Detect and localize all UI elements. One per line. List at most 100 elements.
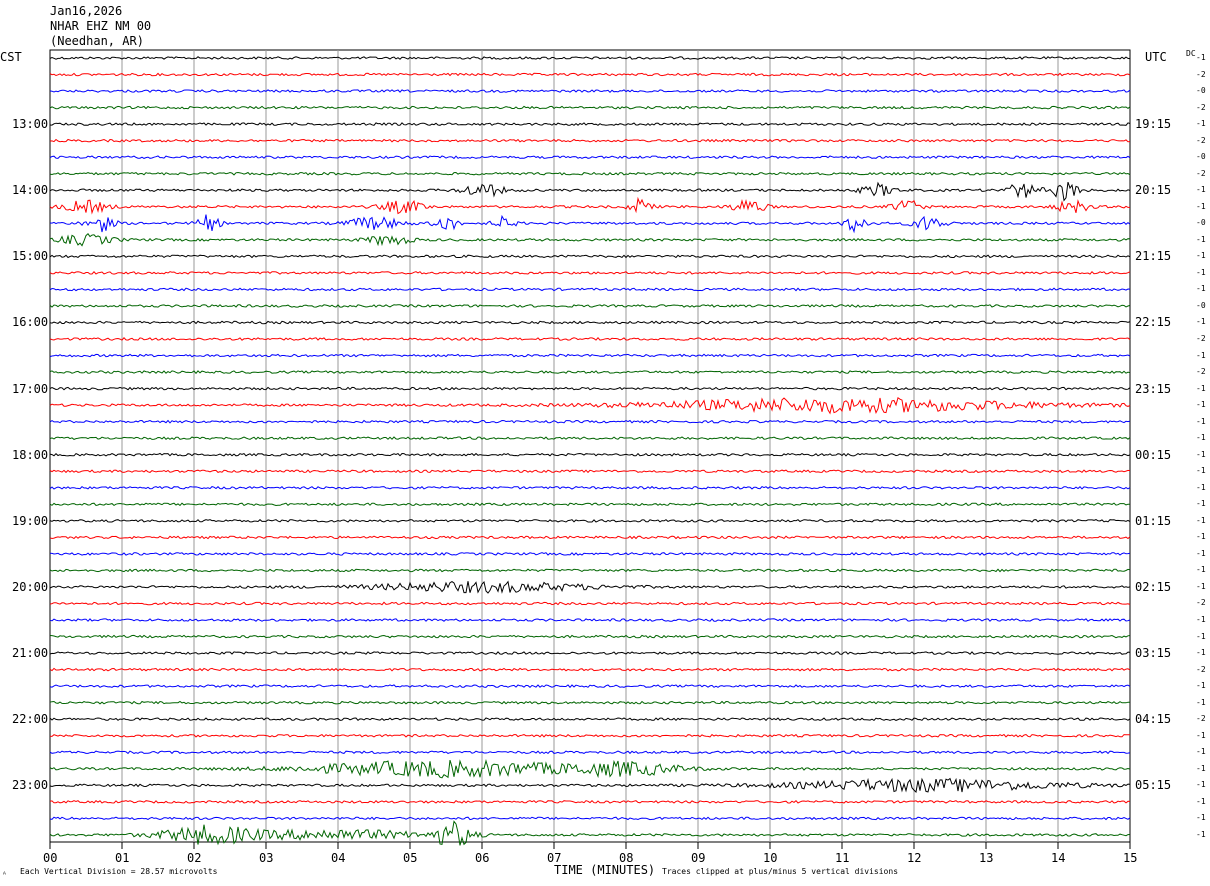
dc-offset-label: -1 <box>1196 829 1206 839</box>
x-tick-label: 10 <box>763 851 778 865</box>
dc-offset-label: -1 <box>1196 747 1206 757</box>
trace-line <box>49 733 1130 738</box>
right-hour-label: 01:15 <box>1135 513 1172 528</box>
dc-offset-label: -1 <box>1196 532 1206 542</box>
x-tick-label: 00 <box>43 851 58 865</box>
dc-offset-label: -2 <box>1196 714 1206 724</box>
trace-line <box>49 396 1131 415</box>
trace-line <box>49 469 1131 474</box>
plot-frame <box>49 49 1131 843</box>
trace-line <box>49 155 1131 160</box>
dc-offset-label: -1 <box>1196 284 1206 294</box>
trace-line <box>49 601 1131 606</box>
dc-offset-label: -1 <box>1196 119 1206 129</box>
dc-offset-label: -1 <box>1196 681 1206 691</box>
x-tick-label: 13 <box>979 851 994 865</box>
right-hour-label: 04:15 <box>1135 712 1172 727</box>
x-tick-label: 11 <box>835 851 850 865</box>
left-hour-label: 20:00 <box>12 579 49 594</box>
left-timezone-label: CST <box>0 50 22 64</box>
dc-offset-label: -1 <box>1196 53 1206 62</box>
trace-line <box>49 138 1131 143</box>
trace-line <box>49 519 1131 523</box>
location-label: (Needhan, AR) <box>50 34 144 48</box>
trace-line <box>49 171 1131 176</box>
trace-line <box>49 304 1131 308</box>
left-hour-label: 22:00 <box>12 712 49 727</box>
trace-line <box>49 618 1131 622</box>
dc-offset-label: -1 <box>1196 499 1206 509</box>
dc-offset-label: -1 <box>1196 267 1206 277</box>
left-hour-label: 16:00 <box>12 315 49 330</box>
dc-offset-label: -2 <box>1196 334 1206 343</box>
dc-offset-label: -1 <box>1196 449 1206 459</box>
dc-offset-label: -1 <box>1196 763 1206 773</box>
x-tick-label: 09 <box>691 851 706 865</box>
dc-offset-label: -1 <box>1196 565 1206 575</box>
trace-line <box>49 386 1131 391</box>
trace-line <box>49 717 1131 722</box>
clip-note: Traces clipped at plus/minus 5 vertical … <box>662 867 899 876</box>
x-tick-label: 14 <box>1051 851 1066 865</box>
trace-line <box>49 777 1131 794</box>
dc-offset-label: -2 <box>1196 135 1206 145</box>
x-tick-label: 03 <box>259 851 274 865</box>
trace-line <box>49 759 1131 779</box>
dc-offset-label: -1 <box>1196 581 1206 591</box>
dc-offset-label: -1 <box>1196 697 1206 707</box>
trace-line <box>49 452 1131 457</box>
dc-header-label: DC <box>1186 49 1196 58</box>
dc-offset-label: -1 <box>1196 416 1206 426</box>
trace-line <box>49 684 1131 689</box>
right-hour-label: 00:15 <box>1135 447 1172 462</box>
left-hour-label: 19:00 <box>12 513 49 528</box>
dc-offset-label: -1 <box>1196 515 1206 525</box>
trace-line <box>49 89 1131 94</box>
minute-gridlines <box>121 50 1059 842</box>
right-hour-label: 21:15 <box>1135 249 1172 264</box>
dc-offset-label: -2 <box>1196 69 1206 79</box>
dc-offset-label: -1 <box>1196 648 1206 658</box>
x-tick-label: 12 <box>907 851 922 865</box>
trace-line <box>49 287 1131 292</box>
dc-offset-label: -1 <box>1196 234 1206 244</box>
station-label: NHAR EHZ NM 00 <box>50 19 152 33</box>
dc-offset-label: -1 <box>1196 482 1206 492</box>
dc-offset-label: -1 <box>1196 400 1206 410</box>
trace-line <box>49 270 1131 275</box>
left-hour-label: 18:00 <box>12 447 49 462</box>
dc-offset-label: -1 <box>1196 466 1206 476</box>
dc-offset-label: -1 <box>1196 433 1206 443</box>
trace-line <box>49 485 1131 490</box>
trace-line <box>49 816 1131 821</box>
dc-offset-label: -1 <box>1196 615 1206 625</box>
dc-offset-label: -1 <box>1196 730 1206 740</box>
dc-offset-label: -0 <box>1196 152 1206 162</box>
corner-mark: ᴬ <box>2 870 7 879</box>
dc-offset-label: -2 <box>1196 367 1206 377</box>
dc-offset-label: -1 <box>1196 350 1206 360</box>
right-timezone-label: UTC <box>1145 50 1167 64</box>
left-hour-label: 14:00 <box>12 183 49 198</box>
dc-offset-label: -2 <box>1196 168 1206 178</box>
dc-offset-label: -1 <box>1196 201 1206 211</box>
right-hour-label: 23:15 <box>1135 381 1172 396</box>
dc-offset-label: -0 <box>1196 86 1206 96</box>
right-hour-label: 19:15 <box>1135 117 1172 132</box>
trace-line <box>49 552 1131 556</box>
trace-line <box>49 667 1131 672</box>
dc-offset-label: -0 <box>1196 300 1206 310</box>
left-hour-label: 23:00 <box>12 778 49 793</box>
trace-line <box>49 196 1130 215</box>
trace-line <box>49 419 1131 424</box>
trace-line <box>49 122 1131 127</box>
dc-offset-label: -1 <box>1196 796 1206 806</box>
dc-offset-label: -1 <box>1196 780 1206 790</box>
scale-note: Each Vertical Division = 28.57 microvolt… <box>20 867 218 876</box>
trace-line <box>49 353 1131 358</box>
trace-line <box>49 568 1131 573</box>
trace-line <box>49 233 1131 247</box>
right-hour-label: 22:15 <box>1135 315 1172 330</box>
x-tick-label: 04 <box>331 851 346 865</box>
left-hour-label: 13:00 <box>12 117 49 132</box>
